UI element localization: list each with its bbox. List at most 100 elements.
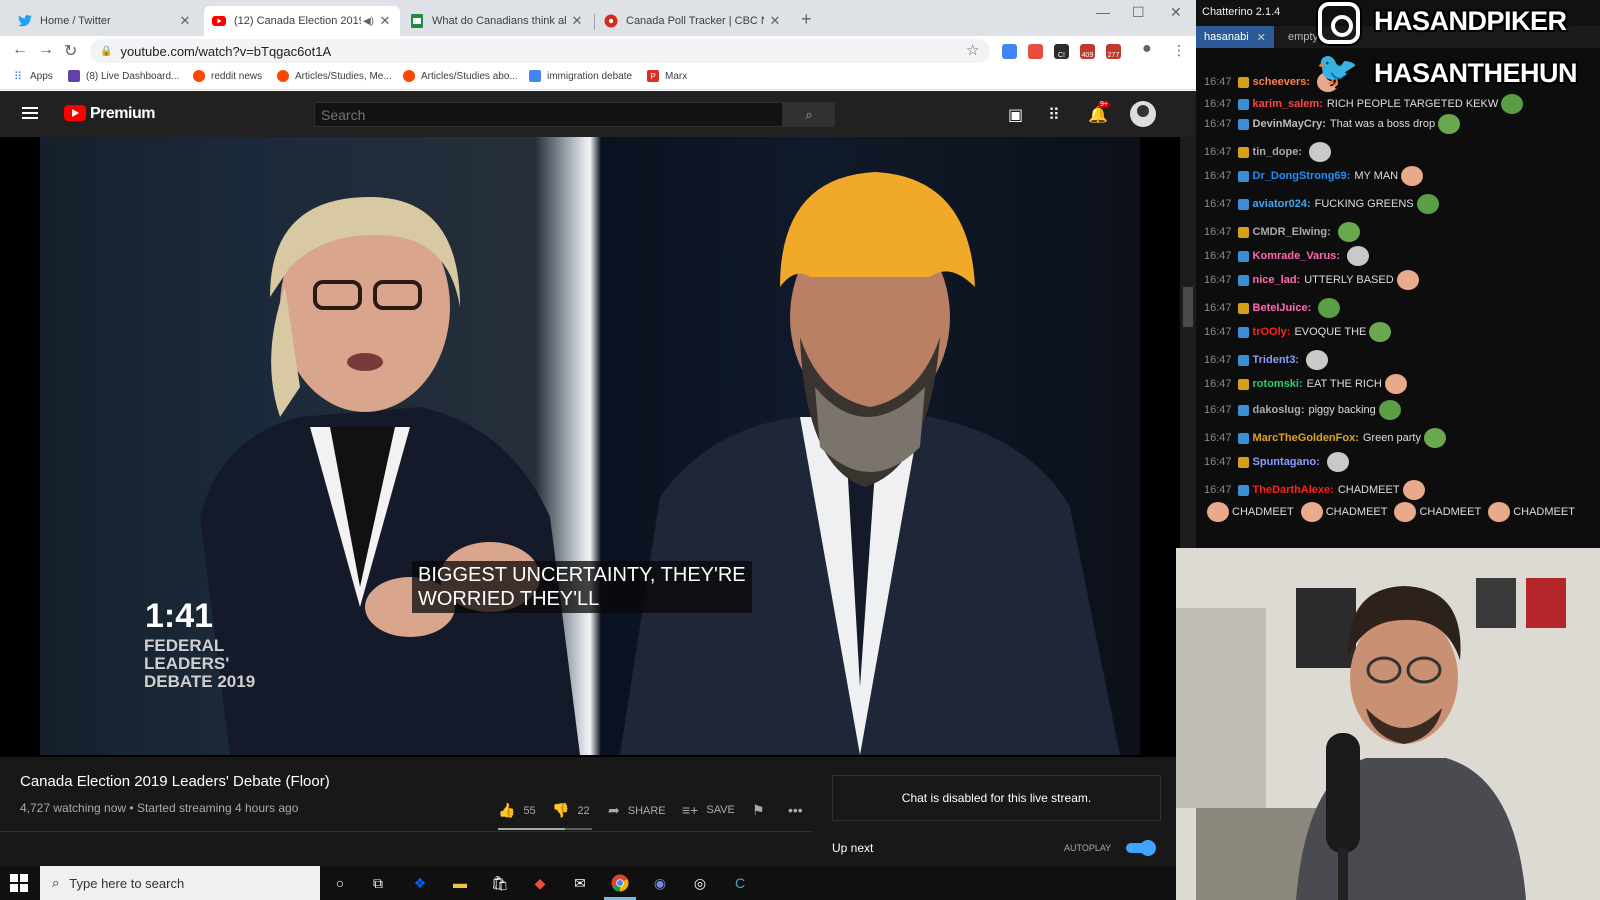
close-tab-icon[interactable]: ✕	[768, 13, 782, 29]
tab-cbc[interactable]: Canada Poll Tracker | CBC News ✕	[596, 6, 790, 36]
chatterino-icon[interactable]: C	[730, 873, 750, 893]
chat-message[interactable]: 16:47 Dr_DongStrong69: MY MAN	[1204, 166, 1426, 186]
message-username[interactable]: MarcTheGoldenFox:	[1253, 432, 1359, 444]
close-window-icon[interactable]: ✕	[1170, 4, 1182, 21]
message-username[interactable]: DevinMayCry:	[1253, 118, 1326, 130]
profile-icon[interactable]: ●	[1142, 40, 1152, 58]
chat-message[interactable]: 16:47 Spuntagano:	[1204, 452, 1352, 472]
address-bar[interactable]: 🔒 youtube.com/watch?v=bTqgac6ot1A	[90, 39, 990, 63]
hamburger-menu-icon[interactable]	[22, 107, 38, 119]
message-username[interactable]: Trident3:	[1253, 354, 1299, 366]
chrome-icon[interactable]	[610, 873, 630, 893]
close-tab-icon[interactable]: ✕	[378, 13, 392, 29]
tab-twitter[interactable]: Home / Twitter ✕	[10, 6, 200, 36]
message-username[interactable]: aviator024:	[1253, 198, 1311, 210]
reload-icon[interactable]: ↻	[64, 41, 77, 61]
message-username[interactable]: nice_lad:	[1253, 274, 1301, 286]
cortana-icon[interactable]: ○	[330, 873, 350, 893]
bookmark-articles-me[interactable]: Articles/Studies, Me...	[277, 70, 392, 82]
maximize-icon[interactable]: ☐	[1132, 4, 1145, 21]
message-username[interactable]: CMDR_Elwing:	[1253, 226, 1331, 238]
report-button[interactable]: ⚑	[752, 802, 773, 819]
notifications-bell-icon[interactable]: 🔔	[1088, 105, 1108, 125]
message-username[interactable]: Spuntagano:	[1253, 456, 1320, 468]
scrollbar-thumb[interactable]	[1183, 287, 1193, 327]
bookmark-live-dashboard[interactable]: (8) Live Dashboard...	[68, 70, 179, 82]
chat-message[interactable]: 16:47 DevinMayCry: That was a boss drop	[1204, 114, 1463, 134]
close-tab-icon[interactable]: ✕	[1257, 31, 1266, 44]
close-tab-icon[interactable]: ✕	[178, 13, 192, 29]
apps-grid-icon[interactable]: ⠿	[1048, 105, 1060, 125]
new-tab-icon[interactable]: +	[801, 9, 812, 30]
message-username[interactable]: dakoslug:	[1253, 404, 1305, 416]
autoplay-toggle[interactable]	[1126, 840, 1156, 856]
file-explorer-icon[interactable]: ▬	[450, 873, 470, 893]
chat-message[interactable]: 16:47 CMDR_Elwing:	[1204, 222, 1363, 242]
message-username[interactable]: trOOly:	[1253, 326, 1291, 338]
chat-tab-hasanabi[interactable]: hasanabi ✕	[1196, 26, 1274, 48]
create-video-icon[interactable]: ▣	[1008, 105, 1023, 125]
close-tab-icon[interactable]: ✕	[570, 13, 584, 29]
chat-message[interactable]: 16:47 Trident3:	[1204, 350, 1331, 370]
extension-icon[interactable]	[1002, 44, 1017, 59]
forward-icon[interactable]: →	[38, 41, 54, 59]
share-button[interactable]: ➦ SHARE	[608, 802, 666, 819]
mail-icon[interactable]: ✉	[570, 873, 590, 893]
bookmark-articles-abo[interactable]: Articles/Studies abo...	[403, 70, 518, 82]
chat-message[interactable]: 16:47 aviator024: FUCKING GREENS	[1204, 194, 1442, 214]
windows-start-icon[interactable]	[10, 874, 28, 892]
cbc-icon	[604, 14, 618, 28]
youtube-search-input[interactable]	[314, 102, 783, 127]
discord-icon[interactable]: ◉	[650, 873, 670, 893]
message-username[interactable]: BeteIJuice:	[1253, 302, 1312, 314]
app-icon[interactable]: ◆	[530, 873, 550, 893]
dislike-button[interactable]: 👎 22	[552, 802, 590, 819]
youtube-brand[interactable]: Premium	[90, 105, 155, 123]
message-username[interactable]: Dr_DongStrong69:	[1253, 170, 1351, 182]
chat-message[interactable]: 16:47 rotomski: EAT THE RICH	[1204, 374, 1410, 394]
message-username[interactable]: TheDarthAlexe:	[1253, 484, 1334, 496]
audio-playing-icon[interactable]: ◀)	[363, 16, 374, 27]
bookmark-apps[interactable]: ⠿ Apps	[12, 70, 53, 83]
back-icon[interactable]: ←	[12, 41, 28, 59]
video-player[interactable]: BIGGEST UNCERTAINTY, THEY'RE WORRIED THE…	[0, 137, 1180, 757]
chat-message[interactable]: 16:47 TheDarthAlexe: CHADMEET	[1204, 480, 1428, 500]
tab-youtube[interactable]: (12) Canada Election 2019 Le ◀) ✕	[204, 6, 400, 36]
chat-message[interactable]: 16:47 tin_dope:	[1204, 142, 1334, 162]
extension-icon[interactable]	[1028, 44, 1043, 59]
message-username[interactable]: tin_dope:	[1253, 146, 1303, 158]
minimize-icon[interactable]: —	[1096, 4, 1110, 20]
bookmark-reddit-news[interactable]: reddit news	[193, 70, 262, 82]
extension-icon[interactable]: C!	[1054, 44, 1069, 59]
bookmark-marx[interactable]: P Marx	[647, 70, 687, 82]
store-icon[interactable]: 🛍	[490, 873, 510, 893]
message-username[interactable]: scheevers:	[1253, 76, 1311, 88]
extension-badge-icon[interactable]: 409	[1080, 44, 1095, 59]
message-username[interactable]: Komrade_Varus:	[1253, 250, 1340, 262]
task-view-icon[interactable]: ⧉	[368, 873, 388, 893]
chat-message[interactable]: 16:47 Komrade_Varus:	[1204, 246, 1372, 266]
message-username[interactable]: rotomski:	[1253, 378, 1303, 390]
message-username[interactable]: karim_salem:	[1253, 98, 1323, 110]
obs-icon[interactable]: ◎	[690, 873, 710, 893]
like-button[interactable]: 👍 55	[498, 802, 536, 819]
chat-message[interactable]: 16:47 karim_salem: RICH PEOPLE TARGETED KE…	[1204, 94, 1526, 114]
search-icon[interactable]: ⌕	[783, 102, 835, 127]
taskbar-search[interactable]: ⌕ Type here to search	[40, 866, 320, 900]
extension-badge-icon[interactable]: 277	[1106, 44, 1121, 59]
account-avatar[interactable]	[1130, 101, 1156, 127]
video-frame[interactable]: BIGGEST UNCERTAINTY, THEY'RE WORRIED THE…	[40, 137, 1140, 755]
chat-message[interactable]: 16:47 BeteIJuice:	[1204, 298, 1343, 318]
dropbox-icon[interactable]: ❖	[410, 873, 430, 893]
bookmark-star-icon[interactable]: ☆	[966, 41, 979, 59]
chrome-menu-icon[interactable]: ⋮	[1172, 42, 1186, 59]
bookmark-immigration[interactable]: immigration debate	[529, 70, 632, 82]
more-actions-button[interactable]: •••	[788, 802, 811, 818]
youtube-logo-icon[interactable]	[64, 105, 86, 121]
chat-message[interactable]: 16:47 dakoslug: piggy backing	[1204, 400, 1404, 420]
chat-message[interactable]: 16:47 MarcTheGoldenFox: Green party	[1204, 428, 1449, 448]
chat-message[interactable]: 16:47 nice_lad: UTTERLY BASED	[1204, 270, 1422, 290]
tab-canadians[interactable]: What do Canadians think about ✕	[402, 6, 592, 36]
chat-message[interactable]: 16:47 trOOly: EVOQUE THE	[1204, 322, 1394, 342]
save-button[interactable]: ≡+ SAVE	[682, 802, 735, 818]
